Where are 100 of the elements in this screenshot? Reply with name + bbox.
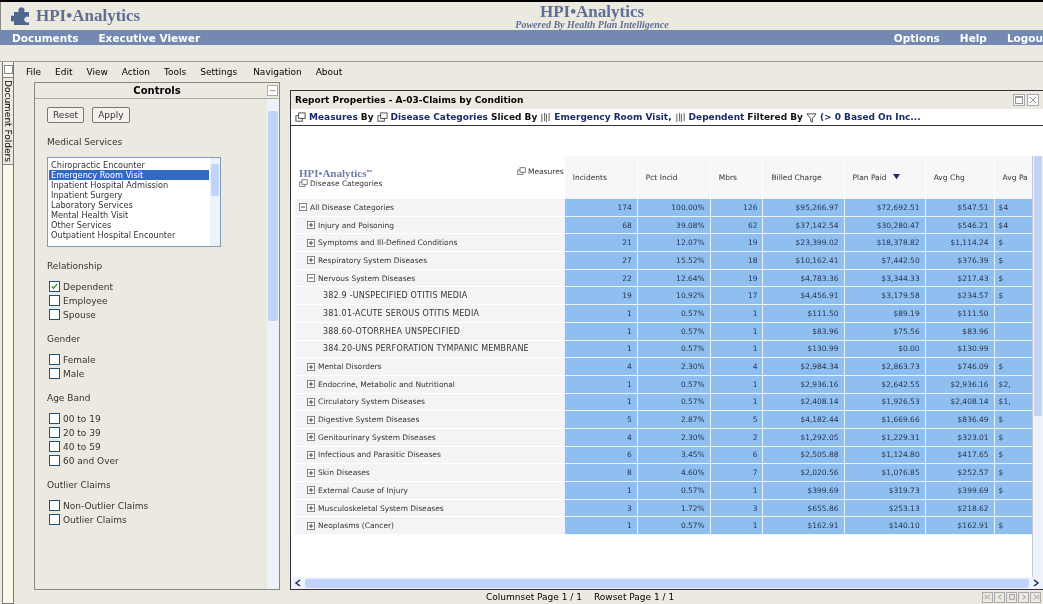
menu-item[interactable]: About [315, 67, 343, 77]
checkbox-label: 20 to 39 [63, 427, 101, 438]
check-icon [50, 282, 59, 291]
section-label: Outlier Claims [47, 480, 112, 490]
panel-title: Controls [133, 85, 181, 96]
maximize-icon [1015, 96, 1023, 104]
scroll-left-icon [294, 579, 302, 587]
minimize-button[interactable] [267, 85, 278, 96]
last-page-icon [1032, 594, 1039, 600]
slice-icon [540, 111, 552, 123]
list-item[interactable]: Other Services [49, 220, 209, 230]
checkbox[interactable] [49, 441, 60, 452]
expand-icon[interactable] [307, 521, 315, 530]
row-label: 381.01-ACUTE SEROUS OTITIS MEDIA [323, 308, 480, 318]
slice-icon [674, 111, 686, 123]
menu-item[interactable]: Settings [200, 67, 238, 77]
list-item[interactable]: Laboratory Services [49, 200, 209, 210]
list-item[interactable]: Inpatient Hospital Admission [49, 180, 209, 190]
menu-item[interactable]: File [26, 67, 42, 77]
expand-icon[interactable] [307, 450, 315, 459]
panel-scrollbar[interactable] [267, 99, 279, 589]
row-label: 388.60-OTORRHEA UNSPECIFIED [323, 326, 461, 336]
folder-toggle[interactable] [3, 65, 13, 74]
breadcrumb-text: Filtered By [747, 112, 803, 122]
row-label: 382.9 -UNSPECIFIED OTITIS MEDIA [323, 291, 468, 301]
expand-icon[interactable] [307, 397, 315, 406]
report-scrollbar[interactable] [1032, 156, 1043, 577]
list-item[interactable]: Chiropractic Encounter [49, 160, 209, 170]
filter-icon [805, 111, 817, 123]
checkbox-label: Non-Outlier Claims [63, 500, 149, 511]
menu-item[interactable]: Action [121, 67, 151, 77]
form-button[interactable]: Reset [47, 107, 85, 123]
breadcrumb-link[interactable]: Emergency Room Visit, [554, 112, 672, 122]
app-title: HPI•Analytics [538, 2, 646, 20]
expand-icon[interactable] [307, 380, 315, 389]
menu-item[interactable]: View [86, 67, 108, 77]
section-label: Age Band [47, 393, 92, 403]
document-folders-tab[interactable]: Document Folders [3, 77, 13, 165]
section-label: Gender [47, 334, 82, 344]
checkbox-label: Employee [63, 295, 108, 306]
checkbox[interactable] [49, 295, 60, 306]
expand-icon[interactable] [307, 238, 315, 247]
breadcrumb-link[interactable]: Disease Categories [390, 112, 488, 122]
app-logo: HPI•Analytics [36, 6, 141, 26]
expand-icon[interactable] [307, 362, 315, 371]
checkbox[interactable] [49, 309, 60, 320]
checkbox-label: Spouse [63, 309, 96, 320]
collapse-icon[interactable] [307, 274, 315, 283]
checkbox[interactable] [49, 427, 60, 438]
list-item[interactable]: Outpatient Hospital Encounter [49, 230, 209, 240]
list-item[interactable]: Inpatient Surgery [49, 190, 209, 200]
nav-link[interactable]: Logou [1006, 31, 1043, 44]
first-page-icon [984, 594, 991, 600]
checkbox[interactable] [49, 368, 60, 379]
close-icon [1029, 96, 1037, 104]
row-label: 384.20-UNS PERFORATION TYMPANIC MEMBRANE [323, 344, 529, 354]
maximize-button[interactable] [1013, 94, 1025, 106]
minus-icon [269, 87, 276, 94]
checkbox[interactable] [49, 281, 60, 292]
page-info: Columnset Page 1 / 1 [486, 592, 582, 602]
list-item[interactable]: Emergency Room Visit [49, 170, 209, 180]
nav-link[interactable]: Options [893, 31, 940, 44]
breadcrumb-text: By [360, 112, 374, 122]
collapse-icon[interactable] [299, 203, 307, 212]
expand-icon[interactable] [307, 415, 315, 424]
cube-icon [295, 111, 306, 123]
checkbox-label: Male [63, 368, 85, 379]
checkbox[interactable] [49, 514, 60, 525]
nav-link[interactable]: Documents [12, 31, 79, 44]
list-item[interactable]: Mental Health Visit [49, 210, 209, 220]
checkbox[interactable] [49, 413, 60, 424]
expand-icon[interactable] [307, 468, 315, 477]
expand-icon[interactable] [307, 433, 315, 442]
breadcrumb-link[interactable]: Dependent [688, 112, 745, 122]
checkbox[interactable] [49, 500, 60, 511]
form-button[interactable]: Apply [92, 107, 130, 123]
breadcrumb-text: Sliced By [490, 112, 538, 122]
nav-link[interactable]: Executive Viewer [98, 31, 201, 44]
nav-link[interactable]: Help [959, 31, 987, 44]
checkbox[interactable] [49, 354, 60, 365]
breadcrumb-link[interactable]: Measures [309, 112, 358, 122]
services-listbox[interactable]: Chiropractic Encounter Emergency Room Visit Inpatient Hospital Admission Inpatient Surgery Laboratory Services Mental Health Visit Other Services Outpatient Hospital Encounter [47, 157, 221, 247]
checkbox[interactable] [49, 455, 60, 466]
list-scrollbar[interactable] [210, 158, 220, 246]
expand-icon[interactable] [307, 256, 315, 265]
menu-item[interactable]: Navigation [253, 67, 302, 77]
close-button[interactable] [1027, 94, 1039, 106]
expand-icon[interactable] [307, 221, 315, 230]
report-title: Report Properties - A-03-Claims by Condition [295, 95, 524, 105]
horizontal-scrollbar[interactable] [291, 577, 1043, 589]
section-label: Medical Services [47, 137, 124, 147]
breadcrumb-link[interactable]: (> 0 Based On Inc... [819, 112, 921, 122]
expand-icon[interactable] [307, 504, 315, 513]
menu-item[interactable]: Edit [55, 67, 73, 77]
cube-icon [516, 166, 526, 176]
expand-icon[interactable] [307, 486, 315, 495]
checkbox-label: Dependent [63, 281, 113, 292]
menu-item[interactable]: Tools [164, 67, 187, 77]
previous-page-icon [996, 594, 1003, 600]
checkbox-label: 60 and Over [63, 455, 119, 466]
